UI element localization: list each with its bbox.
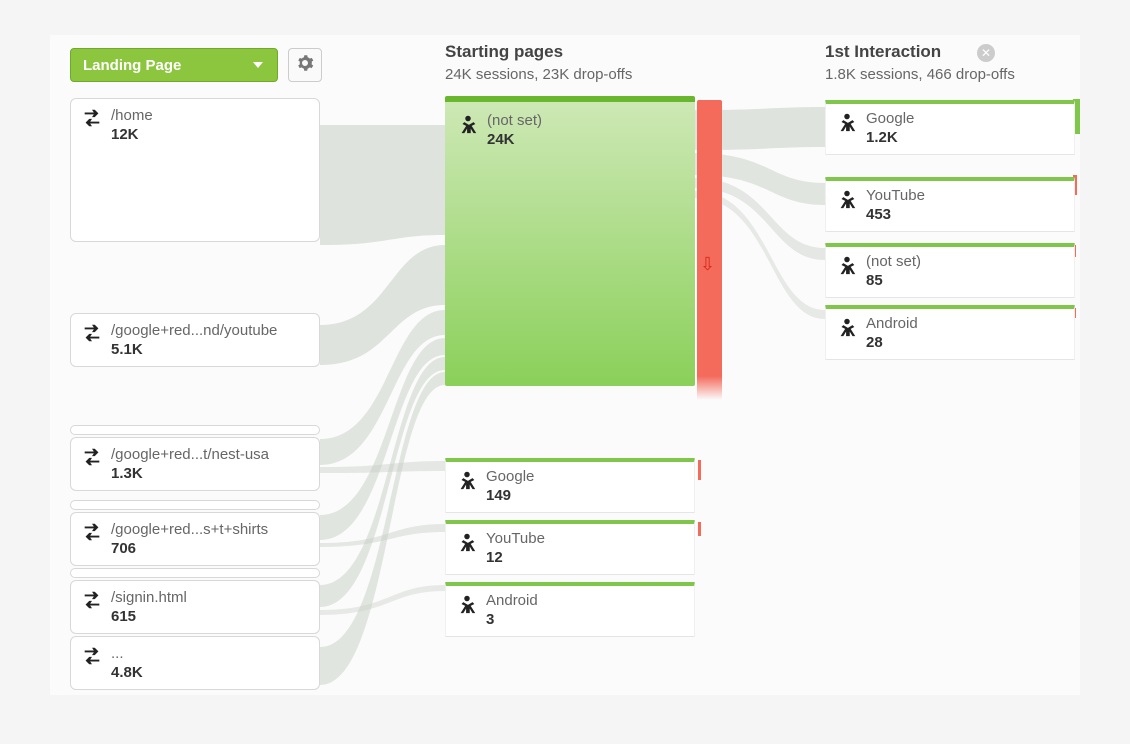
- person-flow-icon: [836, 110, 858, 139]
- chevron-down-icon: [253, 62, 263, 68]
- landing-page-card[interactable]: /google+red...nd/youtube 5.1K: [70, 313, 320, 367]
- node-label: Google: [486, 468, 534, 485]
- node-value: 1.2K: [866, 129, 914, 146]
- first-interaction-node[interactable]: Google 1.2K: [825, 100, 1075, 155]
- node-value: 453: [866, 206, 925, 223]
- close-stage-button[interactable]: ✕: [977, 44, 995, 62]
- overflow-bar: [70, 568, 320, 578]
- person-flow-icon: [456, 530, 478, 559]
- landing-card-label: ...: [111, 645, 143, 662]
- landing-card-value: 5.1K: [111, 341, 277, 358]
- landing-card-label: /google+red...t/nest-usa: [111, 446, 269, 463]
- overflow-bar: [70, 425, 320, 435]
- dimension-dropdown[interactable]: Landing Page: [70, 48, 278, 82]
- node-label: (not set): [487, 112, 542, 129]
- transfer-icon: [81, 645, 103, 672]
- node-value: 85: [866, 272, 921, 289]
- landing-card-label: /google+red...nd/youtube: [111, 322, 277, 339]
- landing-page-card[interactable]: /home 12K: [70, 98, 320, 242]
- transfer-icon: [81, 589, 103, 616]
- dimension-label: Landing Page: [83, 57, 181, 74]
- node-label: YouTube: [486, 530, 545, 547]
- landing-card-label: /google+red...s+t+shirts: [111, 521, 268, 538]
- node-value: 24K: [487, 131, 542, 148]
- landing-card-value: 1.3K: [111, 465, 269, 482]
- landing-card-value: 706: [111, 540, 268, 557]
- landing-card-label: /home: [111, 107, 153, 124]
- first-interaction-subtitle: 1.8K sessions, 466 drop-offs: [825, 66, 1015, 83]
- node-label: Google: [866, 110, 914, 127]
- landing-page-card[interactable]: /signin.html 615: [70, 580, 320, 634]
- transfer-icon: [81, 446, 103, 473]
- person-flow-icon: [457, 112, 479, 141]
- node-label: Android: [866, 315, 918, 332]
- node-label: (not set): [866, 253, 921, 270]
- first-interaction-node[interactable]: YouTube 453: [825, 177, 1075, 232]
- person-flow-icon: [456, 592, 478, 621]
- landing-card-label: /signin.html: [111, 589, 187, 606]
- landing-page-card[interactable]: /google+red...t/nest-usa 1.3K: [70, 437, 320, 491]
- person-flow-icon: [836, 315, 858, 344]
- settings-button[interactable]: [288, 48, 322, 82]
- person-flow-icon: [456, 468, 478, 497]
- dropoff-arrow-icon: ⇩: [700, 254, 715, 275]
- node-value: 3: [486, 611, 538, 628]
- person-flow-icon: [836, 187, 858, 216]
- node-label: Android: [486, 592, 538, 609]
- landing-card-value: 12K: [111, 126, 153, 143]
- landing-card-value: 4.8K: [111, 664, 143, 681]
- node-value: 149: [486, 487, 534, 504]
- first-interaction-node[interactable]: (not set) 85: [825, 243, 1075, 298]
- node-label: YouTube: [866, 187, 925, 204]
- dropoff-bar: [697, 100, 722, 400]
- node-value: 12: [486, 549, 545, 566]
- landing-page-card[interactable]: ... 4.8K: [70, 636, 320, 690]
- landing-card-value: 615: [111, 608, 187, 625]
- starting-node-secondary[interactable]: YouTube 12: [445, 520, 695, 575]
- starting-pages-subtitle: 24K sessions, 23K drop-offs: [445, 66, 632, 83]
- starting-pages-header: Starting pages 24K sessions, 23K drop-of…: [445, 42, 632, 83]
- starting-node-secondary[interactable]: Android 3: [445, 582, 695, 637]
- starting-pages-title: Starting pages: [445, 42, 632, 62]
- transfer-icon: [81, 322, 103, 349]
- close-icon: ✕: [981, 46, 991, 60]
- landing-page-card[interactable]: /google+red...s+t+shirts 706: [70, 512, 320, 566]
- transfer-icon: [81, 107, 103, 134]
- overflow-bar: [70, 500, 320, 510]
- transfer-icon: [81, 521, 103, 548]
- first-interaction-node[interactable]: Android 28: [825, 305, 1075, 360]
- gear-icon: [296, 54, 314, 77]
- person-flow-icon: [836, 253, 858, 282]
- starting-node-main[interactable]: (not set) 24K: [445, 96, 695, 386]
- starting-node-secondary[interactable]: Google 149: [445, 458, 695, 513]
- node-value: 28: [866, 334, 918, 351]
